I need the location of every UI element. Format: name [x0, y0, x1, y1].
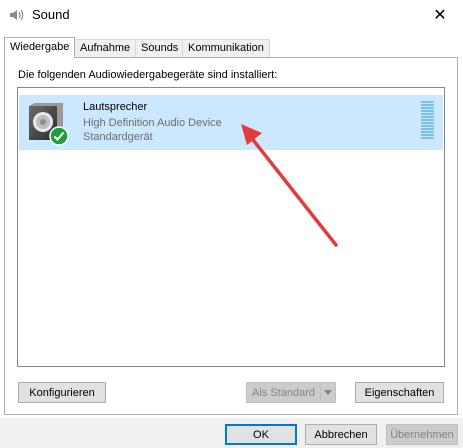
close-icon: ✕ — [433, 7, 447, 24]
tab-wiedergabe[interactable]: Wiedergabe — [4, 37, 76, 58]
volume-level-meter — [421, 101, 434, 141]
device-item-lautsprecher[interactable]: Lautsprecher High Definition Audio Devic… — [19, 95, 443, 150]
window-title: Sound — [32, 7, 70, 22]
set-default-dropdown[interactable] — [320, 382, 336, 403]
tab-aufnahme[interactable]: Aufnahme — [74, 39, 137, 57]
tab-sounds[interactable]: Sounds — [135, 39, 185, 57]
device-description: High Definition Audio Device — [83, 117, 222, 129]
checkmark-icon — [49, 126, 69, 146]
title-bar: Sound ✕ — [0, 0, 463, 30]
tab-kommunikation[interactable]: Kommunikation — [182, 39, 270, 57]
cancel-button[interactable]: Abbrechen — [305, 424, 377, 445]
device-list-intro: Die folgenden Audiowiedergabegeräte sind… — [18, 69, 278, 81]
apply-button[interactable]: Übernehmen — [386, 424, 458, 445]
device-name: Lautsprecher — [83, 101, 148, 113]
close-button[interactable]: ✕ — [417, 0, 463, 30]
ok-button[interactable]: OK — [225, 424, 297, 445]
device-status: Standardgerät — [83, 131, 153, 143]
configure-button[interactable]: Konfigurieren — [18, 382, 106, 403]
properties-button[interactable]: Eigenschaften — [355, 382, 444, 403]
set-default-button[interactable]: Als Standard — [246, 382, 321, 403]
chevron-down-icon — [324, 389, 332, 395]
playback-device-list[interactable]: Lautsprecher High Definition Audio Devic… — [17, 87, 445, 367]
speaker-icon — [10, 9, 24, 21]
